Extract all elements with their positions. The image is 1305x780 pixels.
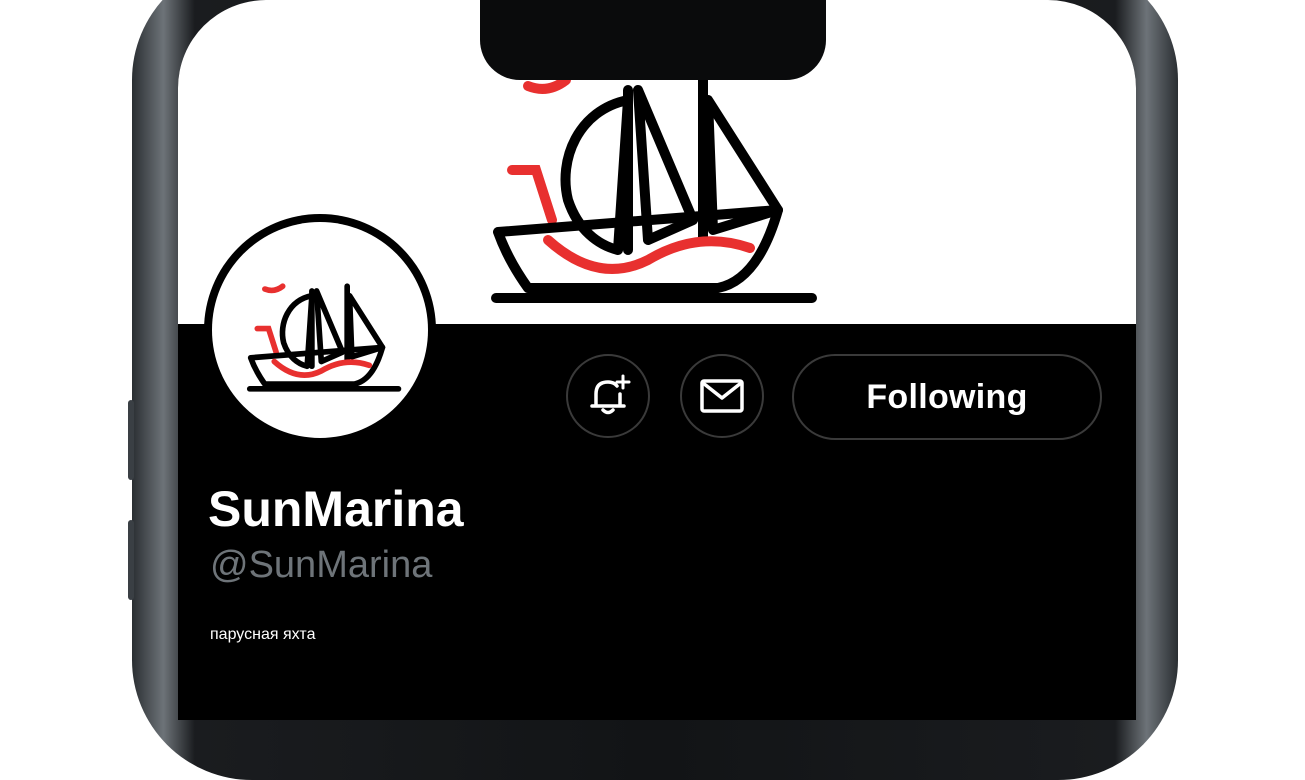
phone-notch bbox=[480, 0, 826, 80]
profile-handle: @SunMarina bbox=[210, 544, 433, 586]
phone-screen: Following SunMarina @SunMarina парусная … bbox=[178, 0, 1136, 720]
sailboat-logo-icon bbox=[491, 75, 817, 303]
following-button-label: Following bbox=[866, 377, 1028, 416]
avatar[interactable] bbox=[204, 214, 436, 446]
message-button[interactable] bbox=[680, 354, 764, 438]
phone-side-button bbox=[128, 520, 134, 600]
notify-button[interactable] bbox=[566, 354, 650, 438]
envelope-icon bbox=[700, 379, 744, 413]
profile-display-name: SunMarina bbox=[208, 481, 464, 537]
following-button[interactable]: Following bbox=[792, 354, 1102, 440]
profile-bio: парусная яхта bbox=[210, 626, 316, 643]
phone-side-button bbox=[128, 400, 134, 480]
avatar-image bbox=[212, 222, 428, 438]
bell-plus-icon bbox=[590, 374, 631, 415]
sailboat-logo-icon bbox=[246, 283, 402, 392]
